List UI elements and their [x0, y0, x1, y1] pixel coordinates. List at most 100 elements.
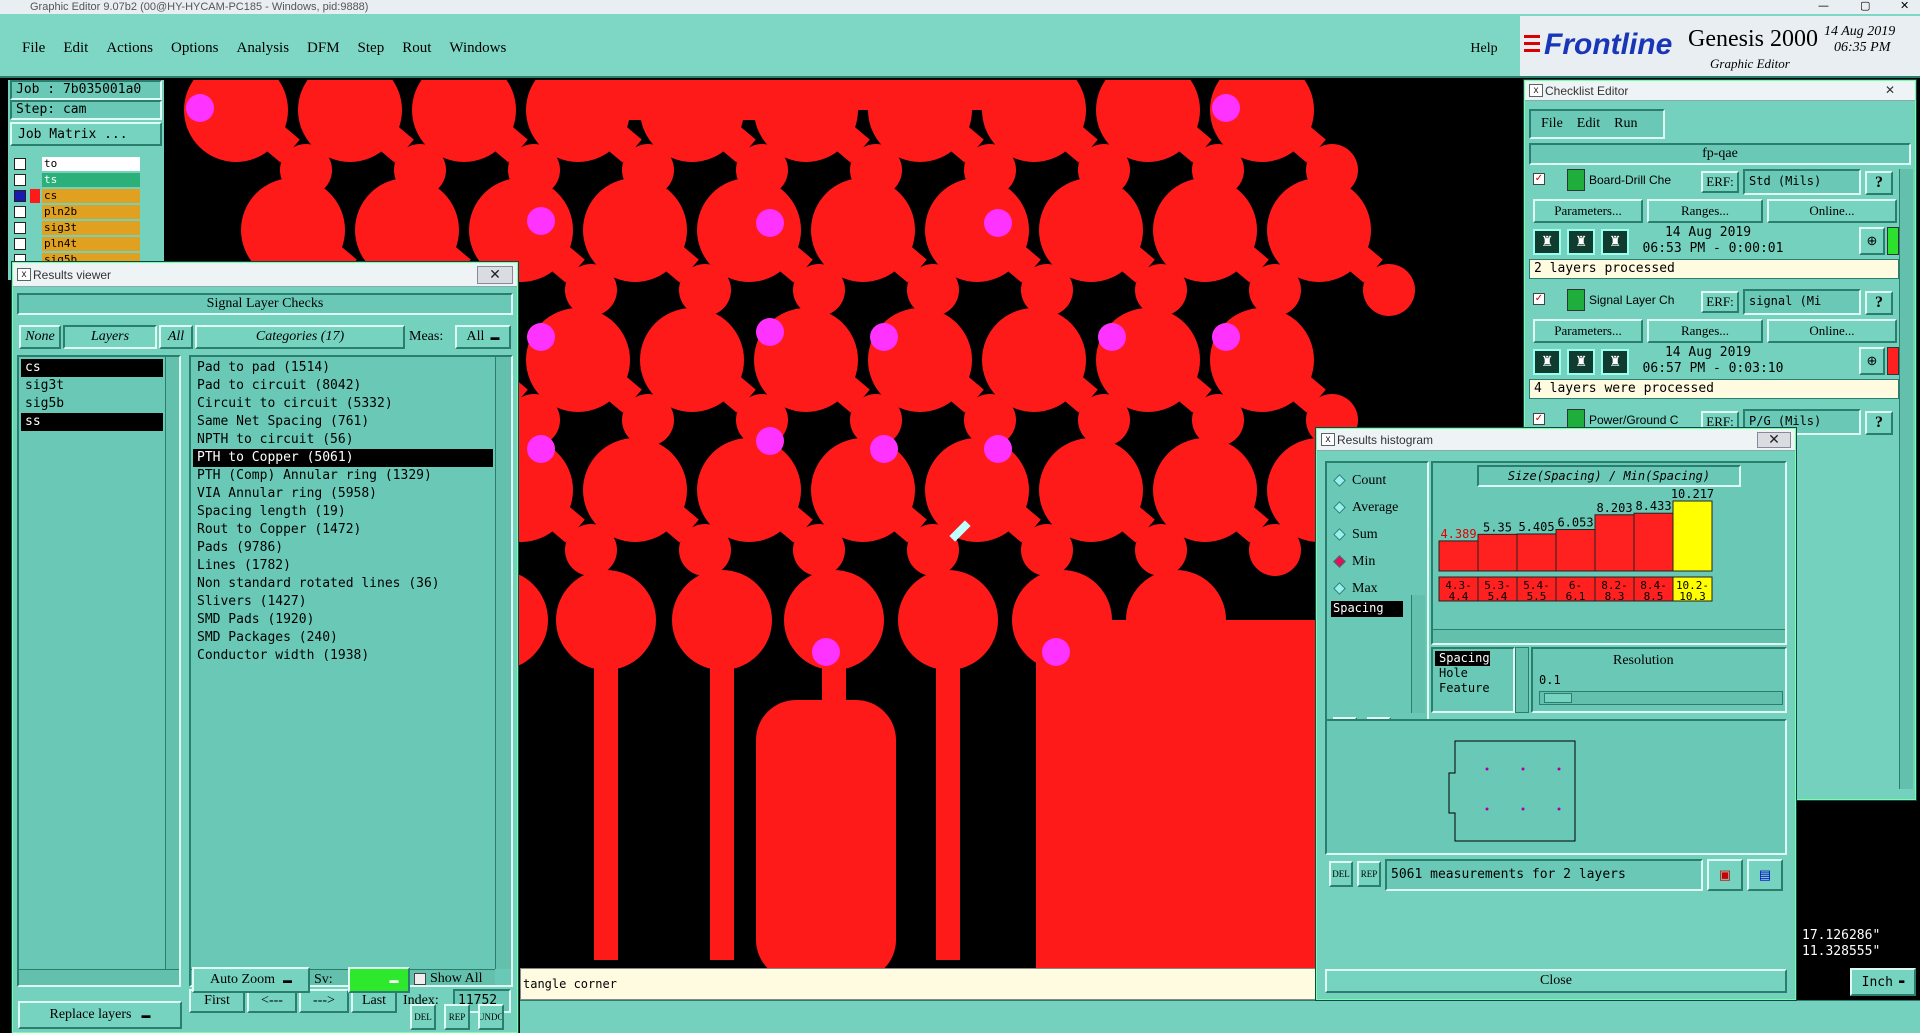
category-item[interactable]: VIA Annular ring (5958): [193, 485, 493, 503]
run-icon[interactable]: ♜: [1533, 229, 1561, 255]
layer-row[interactable]: cs: [14, 188, 140, 204]
checklist-item-checkbox[interactable]: ✓: [1533, 413, 1545, 425]
layer-row[interactable]: to: [14, 156, 140, 172]
radio-indicator[interactable]: [1333, 555, 1346, 568]
show-all-checkbox[interactable]: [414, 973, 426, 985]
category-list-scrollbar[interactable]: [495, 357, 511, 969]
help-icon[interactable]: ?: [1865, 171, 1893, 195]
rv-layer-item[interactable]: cs: [21, 359, 163, 377]
results-viewer-close-button[interactable]: ✕: [477, 266, 513, 284]
layer-row[interactable]: pln2b: [14, 204, 140, 220]
category-item[interactable]: Rout to Copper (1472): [193, 521, 493, 539]
checklist-menu-run[interactable]: Run: [1614, 116, 1637, 132]
layer-checkbox[interactable]: [14, 238, 26, 250]
category-item[interactable]: Pad to pad (1514): [193, 359, 493, 377]
menu-step[interactable]: Step: [358, 40, 385, 57]
checklist-erf-value[interactable]: signal (Mi: [1743, 289, 1861, 315]
tab-none[interactable]: None: [19, 325, 61, 349]
mode-radio-average[interactable]: Average: [1331, 494, 1398, 521]
checklist-scrollbar[interactable]: [1899, 169, 1913, 789]
menu-dfm[interactable]: DFM: [307, 40, 340, 57]
online-button[interactable]: Online...: [1767, 199, 1897, 223]
layer-row[interactable]: ts: [14, 172, 140, 188]
mode-radio-max[interactable]: Max: [1331, 575, 1398, 602]
run-icon[interactable]: ♜: [1533, 349, 1561, 375]
category-item[interactable]: SMD Packages (240): [193, 629, 493, 647]
run-icon[interactable]: ♜: [1601, 349, 1629, 375]
help-icon[interactable]: ?: [1865, 291, 1893, 315]
category-item[interactable]: PTH to Copper (5061): [193, 449, 493, 467]
menu-analysis[interactable]: Analysis: [237, 40, 290, 57]
category-item[interactable]: Pads (9786): [193, 539, 493, 557]
menu-windows[interactable]: Windows: [449, 40, 506, 57]
histogram-close-button[interactable]: Close: [1325, 969, 1787, 993]
chart-hscrollbar[interactable]: [1433, 629, 1785, 643]
radio-indicator[interactable]: [1333, 474, 1346, 487]
rv-layer-item[interactable]: sig3t: [21, 377, 163, 395]
feature-item[interactable]: Spacing: [1435, 651, 1490, 666]
replace-layers-select[interactable]: Replace layers ▬: [18, 1001, 182, 1029]
parameters-button[interactable]: Parameters...: [1533, 199, 1643, 223]
menu-options[interactable]: Options: [171, 40, 219, 57]
category-item[interactable]: Lines (1782): [193, 557, 493, 575]
layer-list-hscrollbar[interactable]: [19, 969, 179, 985]
checklist-close-icon[interactable]: ✕: [1885, 83, 1895, 97]
category-item[interactable]: Same Net Spacing (761): [193, 413, 493, 431]
export-icon[interactable]: ▣: [1707, 859, 1743, 891]
layer-checkbox[interactable]: [14, 158, 26, 170]
radio-indicator[interactable]: [1333, 528, 1346, 541]
ranges-button[interactable]: Ranges...: [1647, 199, 1763, 223]
layer-list-scrollbar[interactable]: [165, 357, 179, 969]
meas-select[interactable]: All ▬: [455, 325, 511, 349]
run-icon[interactable]: ♜: [1601, 229, 1629, 255]
os-close-icon[interactable]: ✕: [1900, 0, 1909, 12]
mode-radio-sum[interactable]: Sum: [1331, 521, 1398, 548]
radio-indicator[interactable]: [1333, 501, 1346, 514]
sv-color-select[interactable]: ▬: [348, 967, 410, 993]
layer-checkbox[interactable]: [14, 174, 26, 186]
checklist-item-label[interactable]: Signal Layer Ch: [1589, 293, 1699, 307]
category-item[interactable]: Non standard rotated lines (36): [193, 575, 493, 593]
run-icon[interactable]: ♜: [1567, 229, 1595, 255]
checklist-menu-edit[interactable]: Edit: [1577, 116, 1600, 132]
checklist-item-label[interactable]: Power/Ground C: [1589, 413, 1699, 427]
job-matrix-button[interactable]: Job Matrix ...: [10, 122, 162, 146]
delete-icon[interactable]: DEL: [410, 1004, 436, 1030]
layer-row[interactable]: sig3t: [14, 220, 140, 236]
feature-list-scrollbar[interactable]: [1515, 647, 1529, 713]
categories-button[interactable]: Categories (17): [195, 325, 405, 349]
auto-zoom-button[interactable]: Auto Zoom ▬: [192, 967, 310, 993]
menu-file[interactable]: File: [22, 40, 45, 57]
radio-indicator[interactable]: [1333, 582, 1346, 595]
summary-delete-icon[interactable]: DEL: [1329, 861, 1353, 887]
resolution-slider[interactable]: [1539, 691, 1783, 705]
category-item[interactable]: PTH (Comp) Annular ring (1329): [193, 467, 493, 485]
mode-list-selected[interactable]: Spacing: [1331, 601, 1403, 617]
checklist-item-label[interactable]: Board-Drill Che: [1589, 173, 1699, 187]
category-item[interactable]: Pad to circuit (8042): [193, 377, 493, 395]
parameters-button[interactable]: Parameters...: [1533, 319, 1643, 343]
summary-repaint-icon[interactable]: REP: [1357, 861, 1381, 887]
feature-item[interactable]: Feature: [1435, 681, 1490, 696]
checklist-erf-value[interactable]: Std (Mils): [1743, 169, 1861, 195]
feature-item[interactable]: Hole: [1435, 666, 1490, 681]
checklist-item-checkbox[interactable]: ✓: [1533, 293, 1545, 305]
layer-checkbox[interactable]: [14, 222, 26, 234]
print-icon[interactable]: ▤: [1747, 859, 1783, 891]
mode-list-scrollbar[interactable]: [1411, 595, 1425, 713]
os-minimize-icon[interactable]: —: [1818, 0, 1829, 12]
os-maximize-icon[interactable]: ▢: [1860, 0, 1870, 12]
zoom-icon[interactable]: ⊕: [1859, 227, 1885, 255]
online-button[interactable]: Online...: [1767, 319, 1897, 343]
histogram-chart[interactable]: 4.3894.3-4.45.355.3-5.45.4055.4-5.56.053…: [1435, 489, 1775, 631]
menu-actions[interactable]: Actions: [106, 40, 153, 57]
category-item[interactable]: Circuit to circuit (5332): [193, 395, 493, 413]
checklist-item-checkbox[interactable]: ✓: [1533, 173, 1545, 185]
ranges-button[interactable]: Ranges...: [1647, 319, 1763, 343]
rv-layer-item[interactable]: sig5b: [21, 395, 163, 413]
run-icon[interactable]: ♜: [1567, 349, 1595, 375]
histogram-close-icon[interactable]: ✕: [1757, 432, 1791, 448]
resolution-slider-handle[interactable]: [1544, 693, 1572, 703]
zoom-icon[interactable]: ⊕: [1859, 347, 1885, 375]
undo-icon[interactable]: UNDO: [478, 1004, 504, 1030]
